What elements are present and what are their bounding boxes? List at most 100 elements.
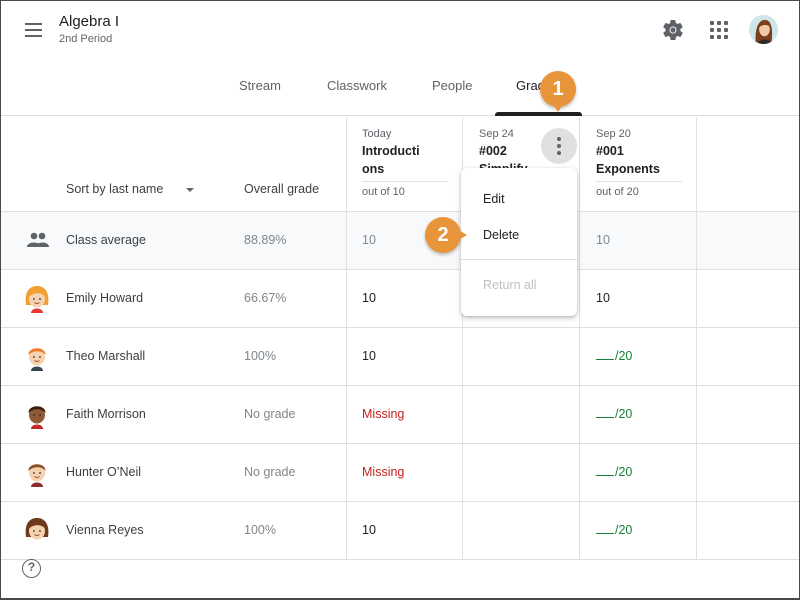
grid-divider [0, 443, 800, 444]
grade-cell-blank[interactable]: /20 [596, 465, 632, 479]
grade-cell-score[interactable]: 10 [362, 291, 376, 305]
grade-cell-missing[interactable]: Missing [362, 465, 404, 479]
assignment-title-cont[interactable]: Exponents [596, 160, 660, 178]
kebab-dot [557, 151, 561, 155]
apps-dot [710, 35, 714, 39]
apps-dot [710, 21, 714, 25]
menu-icon-bar [25, 35, 42, 37]
apps-dot [724, 21, 728, 25]
group-icon [27, 232, 49, 247]
apps-dot [710, 28, 714, 32]
grade-entry-blank[interactable] [596, 467, 614, 476]
class-average-score: 10 [362, 233, 376, 247]
grade-cell-blank[interactable]: /20 [596, 349, 632, 363]
menu-item-return-all: Return all [483, 278, 537, 292]
grid-divider [0, 327, 800, 328]
grade-cell-blank[interactable]: /20 [596, 407, 632, 421]
grid-divider [0, 269, 800, 270]
user-avatar[interactable] [749, 15, 778, 44]
assignment-date: Sep 20 [596, 128, 631, 140]
grade-cell-score[interactable]: 10 [362, 523, 376, 537]
apps-dot [724, 35, 728, 39]
callout-step-2: 2 [425, 217, 467, 253]
grade-cell-blank[interactable]: /20 [596, 523, 632, 537]
student-avatar [28, 406, 46, 429]
grade-points: /20 [615, 465, 633, 479]
grid-column-divider [696, 117, 697, 560]
callout-step-1: 1 [540, 71, 576, 112]
class-section: 2nd Period [59, 33, 113, 45]
grade-points: /20 [615, 349, 633, 363]
student-name[interactable]: Hunter O’Neil [66, 465, 141, 479]
student-overall-grade: No grade [244, 465, 296, 479]
assignment-points: out of 10 [362, 186, 405, 198]
grade-entry-blank[interactable] [596, 351, 614, 360]
class-average-overall: 88.89% [244, 233, 287, 247]
student-overall-grade: 100% [244, 349, 276, 363]
main-menu-button[interactable] [22, 18, 46, 42]
apps-dot [724, 28, 728, 32]
assignment-context-menu: Edit Delete Return all [461, 168, 577, 316]
assignment-title[interactable]: #002 [479, 142, 507, 160]
grid-divider [0, 211, 800, 212]
menu-icon-bar [25, 29, 42, 31]
grade-cell-score[interactable]: 10 [596, 291, 610, 305]
grade-cell-score[interactable]: 10 [362, 349, 376, 363]
grade-cell-empty[interactable] [479, 523, 579, 539]
grade-points: /20 [615, 407, 633, 421]
class-title[interactable]: Algebra I [59, 13, 119, 30]
active-tab-indicator [495, 112, 582, 116]
header-separator [362, 181, 448, 182]
menu-divider [461, 259, 577, 260]
student-name[interactable]: Theo Marshall [66, 349, 145, 363]
tab-bar: Stream Classwork People Grades [0, 64, 800, 116]
assignment-date: Sep 24 [479, 128, 514, 140]
grade-cell-empty[interactable] [479, 349, 579, 365]
grid-divider [0, 559, 800, 560]
student-overall-grade: 66.67% [244, 291, 287, 305]
assignment-title[interactable]: #001 [596, 142, 624, 160]
chevron-down-icon[interactable] [186, 188, 194, 192]
top-bar: Algebra I 2nd Period [0, 0, 800, 64]
menu-item-delete[interactable]: Delete [461, 219, 577, 251]
menu-icon-bar [25, 23, 42, 25]
grid-divider [0, 501, 800, 502]
student-avatar [25, 286, 49, 313]
grade-entry-blank[interactable] [596, 525, 614, 534]
tab-people[interactable]: People [432, 78, 472, 93]
apps-dot [717, 28, 721, 32]
grade-points: /20 [615, 523, 633, 537]
student-name[interactable]: Faith Morrison [66, 407, 146, 421]
student-overall-grade: No grade [244, 407, 296, 421]
help-icon[interactable]: ? [22, 559, 41, 578]
kebab-dot [557, 144, 561, 148]
assignment-title-cont[interactable]: ons [362, 160, 384, 178]
grid-column-divider [579, 117, 580, 560]
header-separator [596, 181, 682, 182]
tab-classwork[interactable]: Classwork [327, 78, 387, 93]
grade-cell-empty[interactable] [479, 407, 579, 423]
student-name[interactable]: Vienna Reyes [66, 523, 144, 537]
assignment-title[interactable]: Introducti [362, 142, 420, 160]
student-avatar [28, 464, 46, 487]
sort-dropdown[interactable]: Sort by last name [66, 182, 163, 196]
assignment-more-options-button[interactable] [541, 128, 577, 164]
grid-column-divider [346, 117, 347, 560]
grid-divider [0, 385, 800, 386]
grade-cell-empty[interactable] [479, 465, 579, 481]
menu-item-edit[interactable]: Edit [461, 183, 577, 215]
grade-entry-blank[interactable] [596, 409, 614, 418]
apps-dot [717, 35, 721, 39]
student-avatar [28, 348, 46, 371]
overall-grade-header: Overall grade [244, 182, 320, 196]
class-average-label: Class average [66, 233, 146, 247]
grade-cell-missing[interactable]: Missing [362, 407, 404, 421]
student-overall-grade: 100% [244, 523, 276, 537]
student-avatar [25, 518, 49, 545]
apps-grid-icon[interactable] [708, 19, 730, 41]
student-name[interactable]: Emily Howard [66, 291, 143, 305]
settings-gear-icon[interactable] [661, 18, 685, 42]
kebab-dot [557, 137, 561, 141]
tab-stream[interactable]: Stream [239, 78, 281, 93]
assignment-points: out of 20 [596, 186, 639, 198]
